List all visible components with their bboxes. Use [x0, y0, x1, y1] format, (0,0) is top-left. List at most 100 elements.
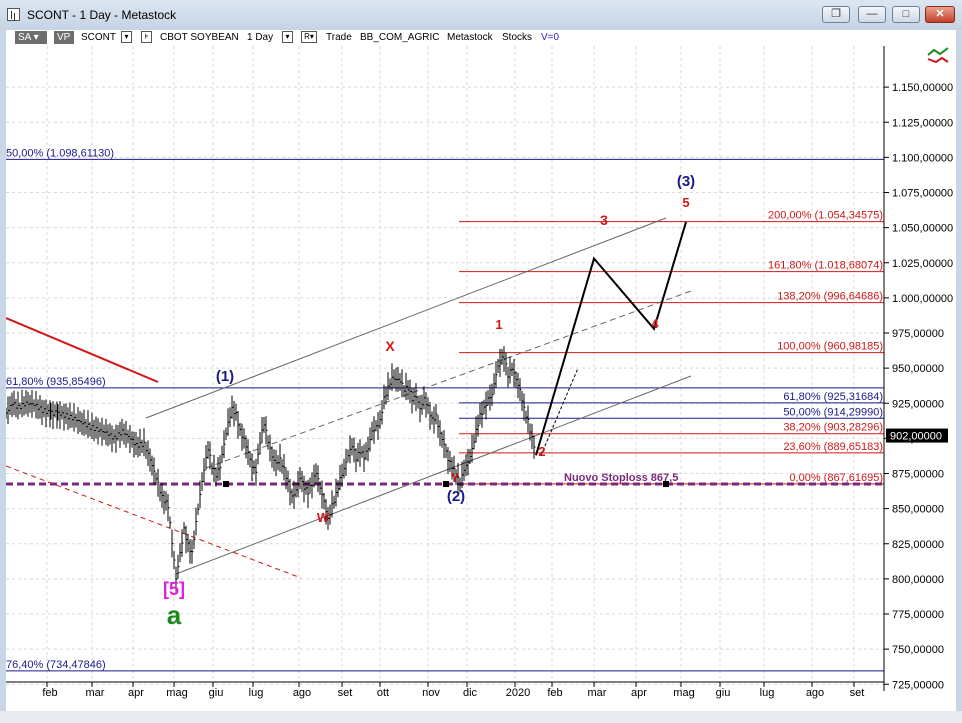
stoploss-marker-0 — [223, 481, 229, 488]
time-tick-label-11: 2020 — [506, 687, 530, 699]
level-label-5: 138,20% (996,64686) — [777, 291, 883, 303]
wave-label-12: a — [167, 600, 182, 630]
security-name: CBOT SOYBEAN — [160, 32, 239, 43]
price-tick-label-14: 1.075,00000 — [892, 188, 953, 200]
r-button[interactable]: R▾ — [301, 31, 317, 43]
trade-text: Trade — [326, 32, 352, 43]
time-tick-label-5: lug — [249, 687, 264, 699]
price-tick-label-1: 750,00000 — [892, 644, 944, 656]
level-label-1: 61,80% (935,85496) — [6, 376, 106, 388]
price-tick-label-8: 925,00000 — [892, 398, 944, 410]
info-icon[interactable]: ⊧ — [141, 31, 152, 43]
level-label-10: 23,60% (889,65183) — [783, 441, 883, 453]
chart-extras — [927, 47, 949, 64]
wave-label-4: 1 — [495, 317, 502, 332]
time-tick-label-14: apr — [631, 687, 647, 699]
time-tick-label-15: mag — [673, 687, 694, 699]
time-tick-label-0: feb — [42, 687, 57, 699]
price-tick-label-9: 950,00000 — [892, 363, 944, 375]
time-tick-label-9: nov — [422, 687, 440, 699]
vp-label: VP — [57, 32, 71, 43]
time-tick-label-12: feb — [547, 687, 562, 699]
level-label-3: 200,00% (1.054,34575) — [768, 210, 883, 222]
price-tick-label-10: 975,00000 — [892, 328, 944, 340]
time-tick-label-2: apr — [128, 687, 144, 699]
level-label-0: 50,00% (1.098,61130) — [6, 147, 114, 159]
time-tick-label-8: ott — [377, 687, 389, 699]
time-tick-label-18: ago — [806, 687, 824, 699]
time-tick-label-19: set — [850, 687, 865, 699]
time-tick-label-6: ago — [293, 687, 311, 699]
r-label: R — [304, 32, 310, 41]
stocks-text: Stocks — [502, 32, 533, 43]
level-label-9: 38,20% (903,28296) — [783, 422, 883, 434]
time-tick-label-1: mar — [86, 687, 105, 699]
sector-text: BB_COM_AGRIC — [360, 32, 440, 43]
chart-area[interactable]: 50,00% (1.098,61130) 61,80% (935,85496) 76… — [5, 46, 956, 711]
chart-grid — [6, 46, 884, 691]
price-tick-label-6: 875,00000 — [892, 469, 944, 481]
title-bar: SCONT - 1 Day - Metastock ❐ — □ ✕ — [0, 0, 962, 30]
minimize-button[interactable]: — — [858, 6, 886, 23]
wave-label-11: [5] — [163, 579, 185, 599]
price-axis: 725,00000 750,00000 775,00000 800,00000 825,… — [883, 46, 953, 691]
stoploss-label: Nuovo Stoploss 867,5 — [564, 472, 678, 484]
price-tick-label-17: 1.150,00000 — [892, 82, 953, 94]
period-text: 1 Day — [247, 32, 274, 43]
close-button[interactable]: ✕ — [925, 6, 955, 23]
price-tick-label-4: 825,00000 — [892, 539, 944, 551]
symbol-text: SCONT — [81, 32, 116, 43]
sa-label: SA — [18, 32, 31, 43]
time-tick-label-4: giu — [209, 687, 224, 699]
time-tick-label-3: mag — [166, 687, 187, 699]
wave-label-10: W — [317, 510, 330, 525]
last-price-label: 902,00000 — [890, 431, 942, 443]
volume-text: V=0 — [541, 32, 560, 43]
wave-label-9: (2) — [447, 488, 465, 505]
vp-button[interactable]: VP — [54, 31, 74, 44]
price-tick-label-12: 1.025,00000 — [892, 258, 953, 270]
price-tick-label-0: 725,00000 — [892, 679, 944, 691]
time-tick-label-10: dic — [463, 687, 478, 699]
time-tick-label-16: giu — [716, 687, 731, 699]
trend-up-icon — [927, 47, 949, 56]
sa-button[interactable]: SA ▾ — [15, 31, 47, 44]
price-tick-label-5: 850,00000 — [892, 504, 944, 516]
wave-label-7: (1) — [216, 368, 234, 385]
symbol-dropdown-icon[interactable]: ▾ — [121, 31, 132, 43]
price-tick-label-15: 1.100,00000 — [892, 152, 953, 164]
time-tick-label-13: mar — [588, 687, 607, 699]
price-tick-label-3: 800,00000 — [892, 574, 944, 586]
price-chart[interactable]: 50,00% (1.098,61130) 61,80% (935,85496) 76… — [5, 46, 956, 711]
wave-label-2: 3 — [600, 212, 608, 228]
chart-toolbar: SA ▾ VP SCONT ▾ ⊧ CBOT SOYBEAN 1 Day ▾ R… — [6, 30, 956, 46]
level-label-2: 76,40% (734,47846) — [6, 659, 106, 671]
period-dropdown-icon[interactable]: ▾ — [282, 31, 293, 43]
price-tick-label-11: 1.000,00000 — [892, 293, 953, 305]
wave-label-1: 5 — [682, 195, 689, 210]
maximize-button[interactable]: □ — [892, 6, 920, 23]
window-title: SCONT - 1 Day - Metastock — [27, 8, 177, 22]
wave-label-5: 2 — [538, 444, 545, 459]
price-tick-label-16: 1.125,00000 — [892, 117, 953, 129]
app-icon — [7, 8, 20, 21]
stoploss-marker-1 — [443, 481, 449, 488]
stoploss-marker-2 — [663, 481, 669, 488]
level-label-11: 0,00% (867,61695) — [789, 472, 883, 484]
level-label-6: 100,00% (960,98185) — [777, 341, 883, 353]
source-text: Metastock — [447, 32, 493, 43]
trend-down-icon — [927, 56, 949, 64]
time-tick-label-7: set — [338, 687, 353, 699]
status-bar — [0, 711, 962, 723]
time-tick-label-17: lug — [760, 687, 775, 699]
level-label-7: 61,80% (925,31684) — [783, 391, 883, 403]
wave-label-0: (3) — [677, 173, 695, 190]
wave-label-6: X — [385, 338, 395, 354]
restore-icon[interactable]: ❐ — [822, 6, 850, 23]
level-label-8: 50,00% (914,29990) — [783, 406, 883, 418]
wave-label-8: Y — [451, 470, 460, 485]
price-tick-label-13: 1.050,00000 — [892, 223, 953, 235]
wave-label-3: 4 — [651, 316, 659, 331]
level-label-4: 161,80% (1.018,68074) — [768, 260, 883, 272]
price-tick-label-2: 775,00000 — [892, 609, 944, 621]
